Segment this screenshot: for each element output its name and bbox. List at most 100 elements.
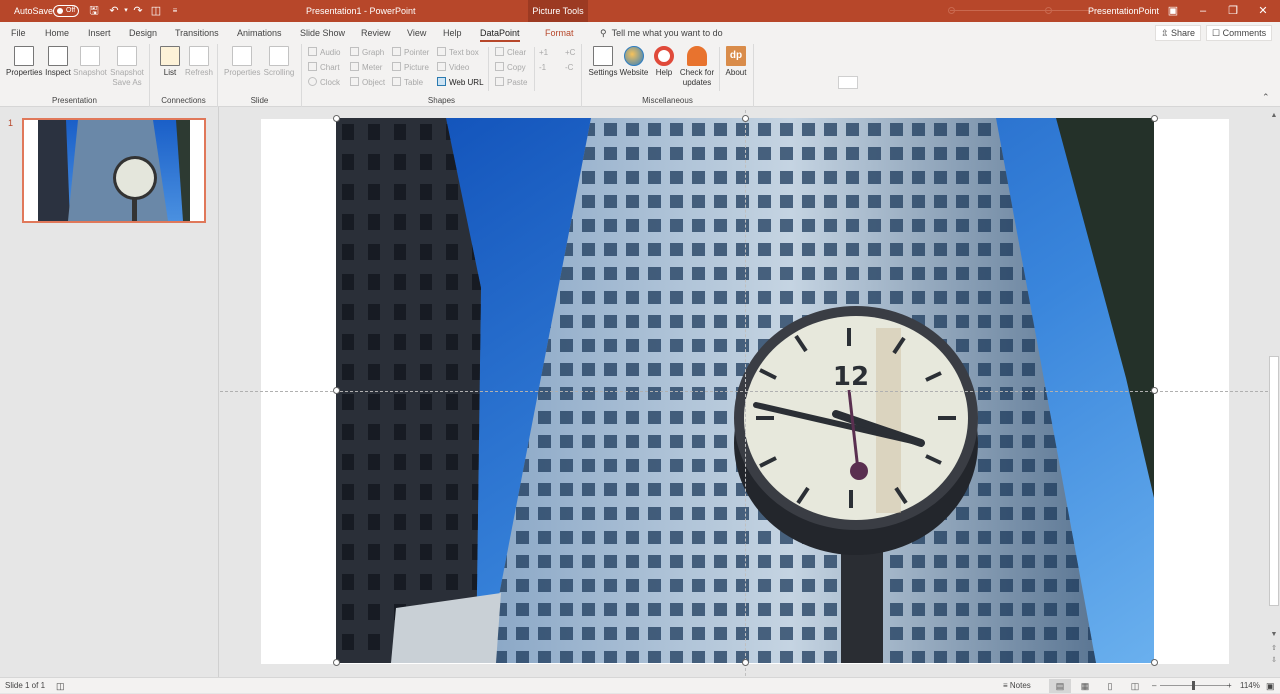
slide-show-icon[interactable]: ◫ xyxy=(1124,679,1146,693)
inspect-button[interactable]: Inspect xyxy=(44,46,72,78)
autosave-toggle[interactable]: Off xyxy=(53,5,79,17)
about-button[interactable]: dpAbout xyxy=(722,46,750,78)
settings-button[interactable]: Settings xyxy=(588,46,618,78)
resize-handle-bottom-left[interactable] xyxy=(333,659,340,666)
next-slide-icon[interactable]: ⇩ xyxy=(1268,655,1280,666)
snapshot-button[interactable]: Snapshot xyxy=(73,46,107,78)
minus-c-button[interactable]: -C xyxy=(565,62,573,74)
meter-icon xyxy=(350,62,359,71)
comments-button[interactable]: ☐ Comments xyxy=(1206,25,1272,41)
tab-review[interactable]: Review xyxy=(361,22,391,44)
paste-button[interactable]: Paste xyxy=(495,77,527,89)
fit-to-window-icon[interactable]: ▣ xyxy=(1266,678,1275,694)
copy-button[interactable]: Copy xyxy=(495,62,526,74)
chart-button[interactable]: Chart xyxy=(308,62,340,74)
slide-properties-button[interactable]: Properties xyxy=(224,46,260,78)
audio-button[interactable]: Audio xyxy=(308,47,340,59)
minimize-icon[interactable]: – xyxy=(1188,0,1218,22)
clock-button[interactable]: Clock xyxy=(308,77,340,89)
text-box-button[interactable]: Text box xyxy=(437,47,479,59)
spell-check-icon[interactable]: ◫ xyxy=(56,678,65,694)
presentation-properties-button[interactable]: Properties xyxy=(6,46,42,78)
save-icon[interactable]: 🖫 xyxy=(86,3,102,19)
scroll-down-icon[interactable]: ▼ xyxy=(1268,629,1280,640)
ribbon-tabs: File Home Insert Design Transitions Anim… xyxy=(0,22,1280,44)
label: Pointer xyxy=(404,48,429,57)
present-from-start-icon[interactable]: ◫ xyxy=(148,3,164,19)
group-miscellaneous: Settings Website Help Check for updates … xyxy=(582,44,754,107)
plus-one-button[interactable]: +1 xyxy=(539,47,548,59)
label: Object xyxy=(362,78,385,87)
tab-design[interactable]: Design xyxy=(129,22,157,44)
eraser-icon xyxy=(495,47,504,56)
list-button[interactable]: List xyxy=(158,46,182,78)
share-button[interactable]: ⇫ Share xyxy=(1155,25,1201,41)
tab-animations[interactable]: Animations xyxy=(237,22,282,44)
tab-datapoint[interactable]: DataPoint xyxy=(480,22,520,44)
collapse-ribbon-icon[interactable]: ⌃ xyxy=(1262,92,1270,103)
resize-handle-left[interactable] xyxy=(333,387,340,394)
smart-guide-horizontal xyxy=(220,391,1268,392)
refresh-button[interactable]: Refresh xyxy=(184,46,214,78)
resize-handle-right[interactable] xyxy=(1151,387,1158,394)
restore-icon[interactable]: ❐ xyxy=(1218,0,1248,22)
check-for-updates-button[interactable]: Check for updates xyxy=(678,46,716,88)
table-button[interactable]: Table xyxy=(392,77,423,89)
slide-thumbnail[interactable] xyxy=(22,118,206,223)
tab-help[interactable]: Help xyxy=(443,22,462,44)
object-button[interactable]: Object xyxy=(350,77,385,89)
redo-icon[interactable]: ↷ xyxy=(130,3,146,19)
zoom-in-icon[interactable]: + xyxy=(1227,678,1232,694)
website-button[interactable]: Website xyxy=(619,46,649,78)
separator xyxy=(534,47,535,91)
snapshot-save-as-button[interactable]: Snapshot Save As xyxy=(108,46,146,88)
ribbon-display-options-icon[interactable]: ▣ xyxy=(1158,0,1188,22)
label: Picture xyxy=(404,63,429,72)
pointer-button[interactable]: Pointer xyxy=(392,47,429,59)
video-button[interactable]: Video xyxy=(437,62,469,74)
slide-sorter-icon[interactable]: ▦ xyxy=(1074,679,1096,693)
document-title: Presentation1 - PowerPoint xyxy=(306,0,416,22)
tab-slide-show[interactable]: Slide Show xyxy=(300,22,345,44)
value-box[interactable] xyxy=(838,76,858,89)
tab-file[interactable]: File xyxy=(11,22,26,44)
clear-button[interactable]: Clear xyxy=(495,47,526,59)
scrolling-button[interactable]: Scrolling xyxy=(262,46,296,78)
label: Scrolling xyxy=(264,68,295,77)
tell-me-search[interactable]: ⚲Tell me what you want to do xyxy=(600,22,723,44)
resize-handle-bottom[interactable] xyxy=(742,659,749,666)
tab-insert[interactable]: Insert xyxy=(88,22,111,44)
zoom-slider-thumb[interactable] xyxy=(1192,681,1195,690)
zoom-level[interactable]: 114% xyxy=(1240,678,1260,694)
zoom-out-icon[interactable]: – xyxy=(1152,678,1156,694)
help-button[interactable]: Help xyxy=(651,46,677,78)
customize-toolbar-icon[interactable]: ≡ xyxy=(167,3,183,19)
scroll-up-icon[interactable]: ▲ xyxy=(1268,110,1280,121)
web-url-button[interactable]: Web URL xyxy=(437,77,484,89)
plus-c-button[interactable]: +C xyxy=(565,47,575,59)
audio-icon xyxy=(308,47,317,56)
label: Properties xyxy=(6,68,42,77)
scrollbar-thumb[interactable] xyxy=(1269,356,1279,606)
resize-handle-top[interactable] xyxy=(742,115,749,122)
notes-button[interactable]: ≡ Notes xyxy=(1003,678,1031,694)
close-icon[interactable]: ✕ xyxy=(1248,0,1278,22)
refresh-icon xyxy=(189,46,209,66)
picture-button[interactable]: Picture xyxy=(392,62,429,74)
resize-handle-top-left[interactable] xyxy=(333,115,340,122)
tab-transitions[interactable]: Transitions xyxy=(175,22,219,44)
ribbon: Properties Inspect Snapshot Snapshot Sav… xyxy=(0,44,1280,107)
previous-slide-icon[interactable]: ⇧ xyxy=(1268,643,1280,654)
normal-view-icon[interactable]: ▤ xyxy=(1049,679,1071,693)
label: Inspect xyxy=(45,68,71,77)
resize-handle-top-right[interactable] xyxy=(1151,115,1158,122)
meter-button[interactable]: Meter xyxy=(350,62,382,74)
tab-format[interactable]: Format xyxy=(545,22,574,44)
tab-view[interactable]: View xyxy=(407,22,426,44)
graph-button[interactable]: Graph xyxy=(350,47,384,59)
reading-view-icon[interactable]: ▯ xyxy=(1099,679,1121,693)
resize-handle-bottom-right[interactable] xyxy=(1151,659,1158,666)
notes-label: Notes xyxy=(1010,681,1031,690)
minus-one-button[interactable]: -1 xyxy=(539,62,546,74)
tab-home[interactable]: Home xyxy=(45,22,69,44)
